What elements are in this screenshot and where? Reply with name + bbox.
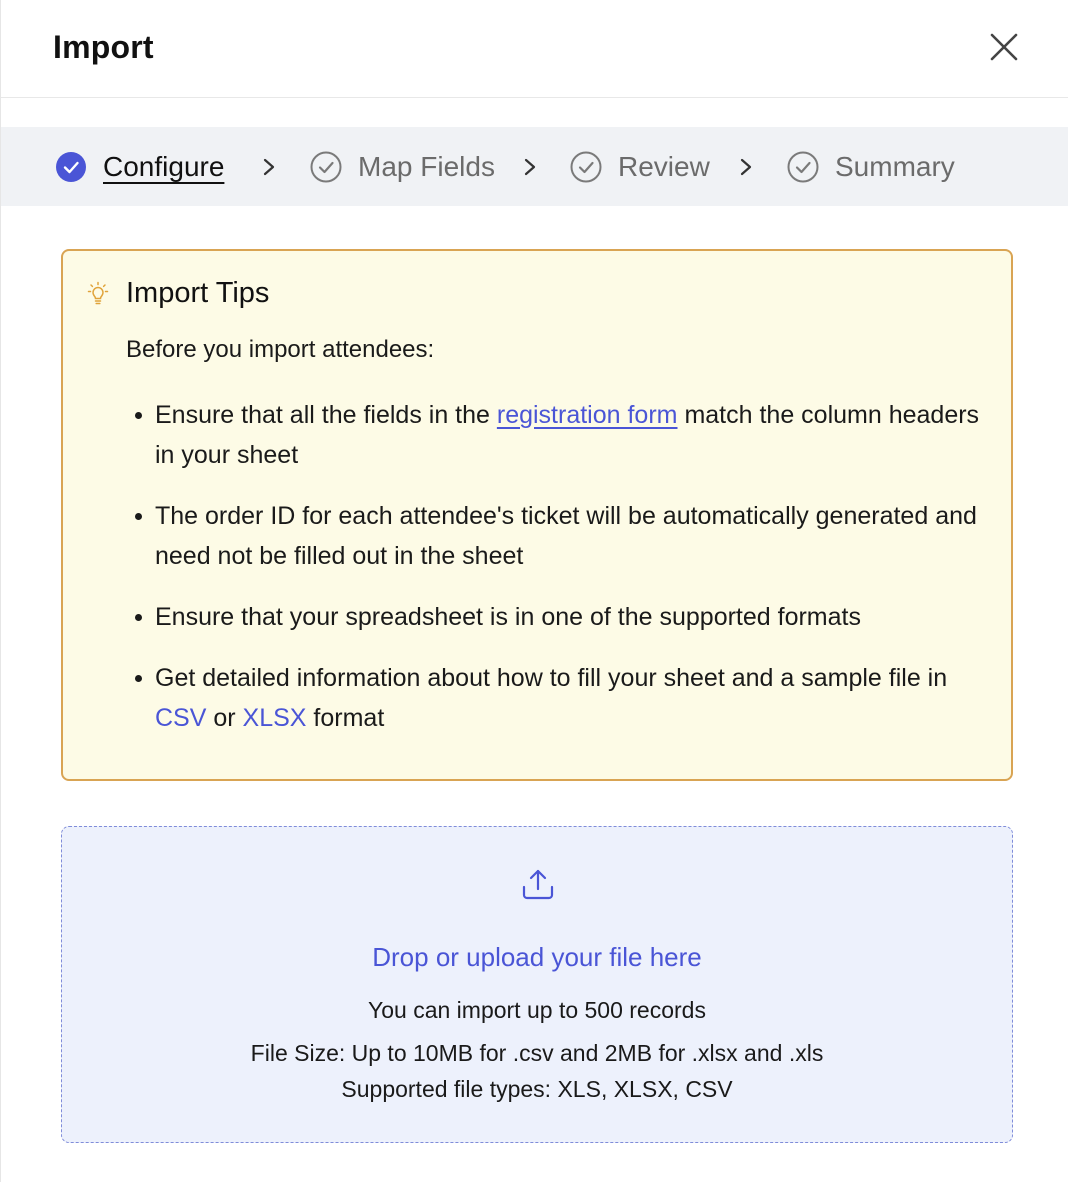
step-label: Map Fields [358,150,495,182]
tip-text: Ensure that your spreadsheet is in one o… [155,603,861,631]
upload-icon [522,869,554,900]
step-summary[interactable]: Summary [787,127,955,206]
list-item: Ensure that your spreadsheet is in one o… [135,597,995,637]
step-label: Summary [835,150,955,182]
chevron-right-icon [736,127,756,206]
registration-form-link[interactable]: registration form [497,401,678,429]
step-review[interactable]: Review [570,127,710,206]
tips-intro: Before you import attendees: [126,336,435,363]
page-title: Import [53,29,154,65]
upload-file-types: Supported file types: XLS, XLSX, CSV [341,1076,733,1102]
list-item: Ensure that all the fields in the regist… [135,395,995,475]
step-map-fields[interactable]: Map Fields [310,127,495,206]
check-circle-filled-icon [55,151,87,183]
panel-header: Import [1,0,1068,98]
import-panel: Import Configure Map Fields Review Summa… [0,0,1068,1182]
lightbulb-icon [87,281,109,305]
tip-text: or [206,704,243,732]
close-button[interactable] [984,27,1024,67]
check-circle-outline-icon [787,151,819,183]
import-tips-box: Import Tips Before you import attendees:… [61,249,1013,781]
file-drop-zone[interactable]: Drop or upload your file here You can im… [61,826,1013,1143]
step-label: Review [618,150,710,182]
tip-text: format [306,704,385,732]
upload-record-limit: You can import up to 500 records [368,997,706,1023]
check-circle-outline-icon [570,151,602,183]
close-icon [990,33,1018,61]
tip-text: The order ID for each attendee's ticket … [155,502,977,570]
list-item: The order ID for each attendee's ticket … [135,496,995,576]
upload-size-limit: File Size: Up to 10MB for .csv and 2MB f… [250,1040,824,1066]
chevron-right-icon [520,127,540,206]
step-label: Configure [103,150,225,182]
list-item: Get detailed information about how to fi… [135,658,995,738]
xlsx-sample-link[interactable]: XLSX [243,704,307,732]
chevron-right-icon [259,127,279,206]
import-stepper: Configure Map Fields Review Summary [1,127,1068,206]
step-configure[interactable]: Configure [55,127,224,206]
tip-text: Get detailed information about how to fi… [155,664,948,692]
tips-title: Import Tips [126,277,270,309]
tip-text: Ensure that all the fields in the [155,401,497,429]
check-circle-outline-icon [310,151,342,183]
upload-cta[interactable]: Drop or upload your file here [62,942,1012,973]
tips-list: Ensure that all the fields in the regist… [135,395,995,759]
csv-sample-link[interactable]: CSV [155,704,206,732]
